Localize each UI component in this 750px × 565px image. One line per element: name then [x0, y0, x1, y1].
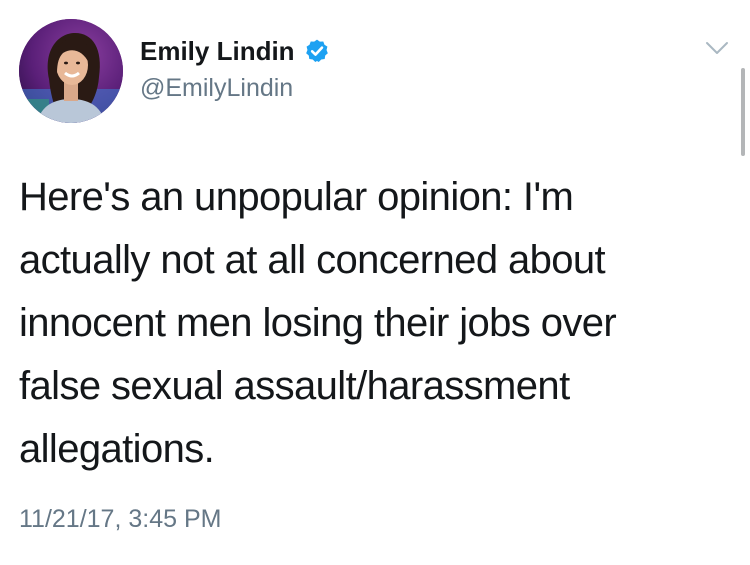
avatar[interactable] [19, 19, 123, 123]
tweet-text-line: actually not at all concerned about [19, 238, 606, 282]
tweet-text: Here's an unpopular opinion: I'm actuall… [19, 166, 719, 481]
avatar-image [19, 19, 123, 123]
tweet-timestamp[interactable]: 11/21/17, 3:45 PM [19, 503, 221, 535]
author-handle[interactable]: @EmilyLindin [140, 72, 293, 104]
tweet-text-line: innocent men losing their jobs over [19, 301, 617, 345]
author-name-row[interactable]: Emily Lindin [140, 34, 330, 68]
scrollbar[interactable] [741, 68, 745, 156]
tweet-text-line: false sexual assault/harassment [19, 364, 570, 408]
chevron-down-icon[interactable] [705, 40, 729, 56]
tweet-text-line: Here's an unpopular opinion: I'm [19, 175, 574, 219]
verified-badge-icon [304, 38, 330, 64]
tweet-card: Emily Lindin @EmilyLindin Here's an unpo… [0, 0, 750, 565]
tweet-text-line: allegations. [19, 427, 215, 471]
display-name[interactable]: Emily Lindin [140, 34, 295, 68]
